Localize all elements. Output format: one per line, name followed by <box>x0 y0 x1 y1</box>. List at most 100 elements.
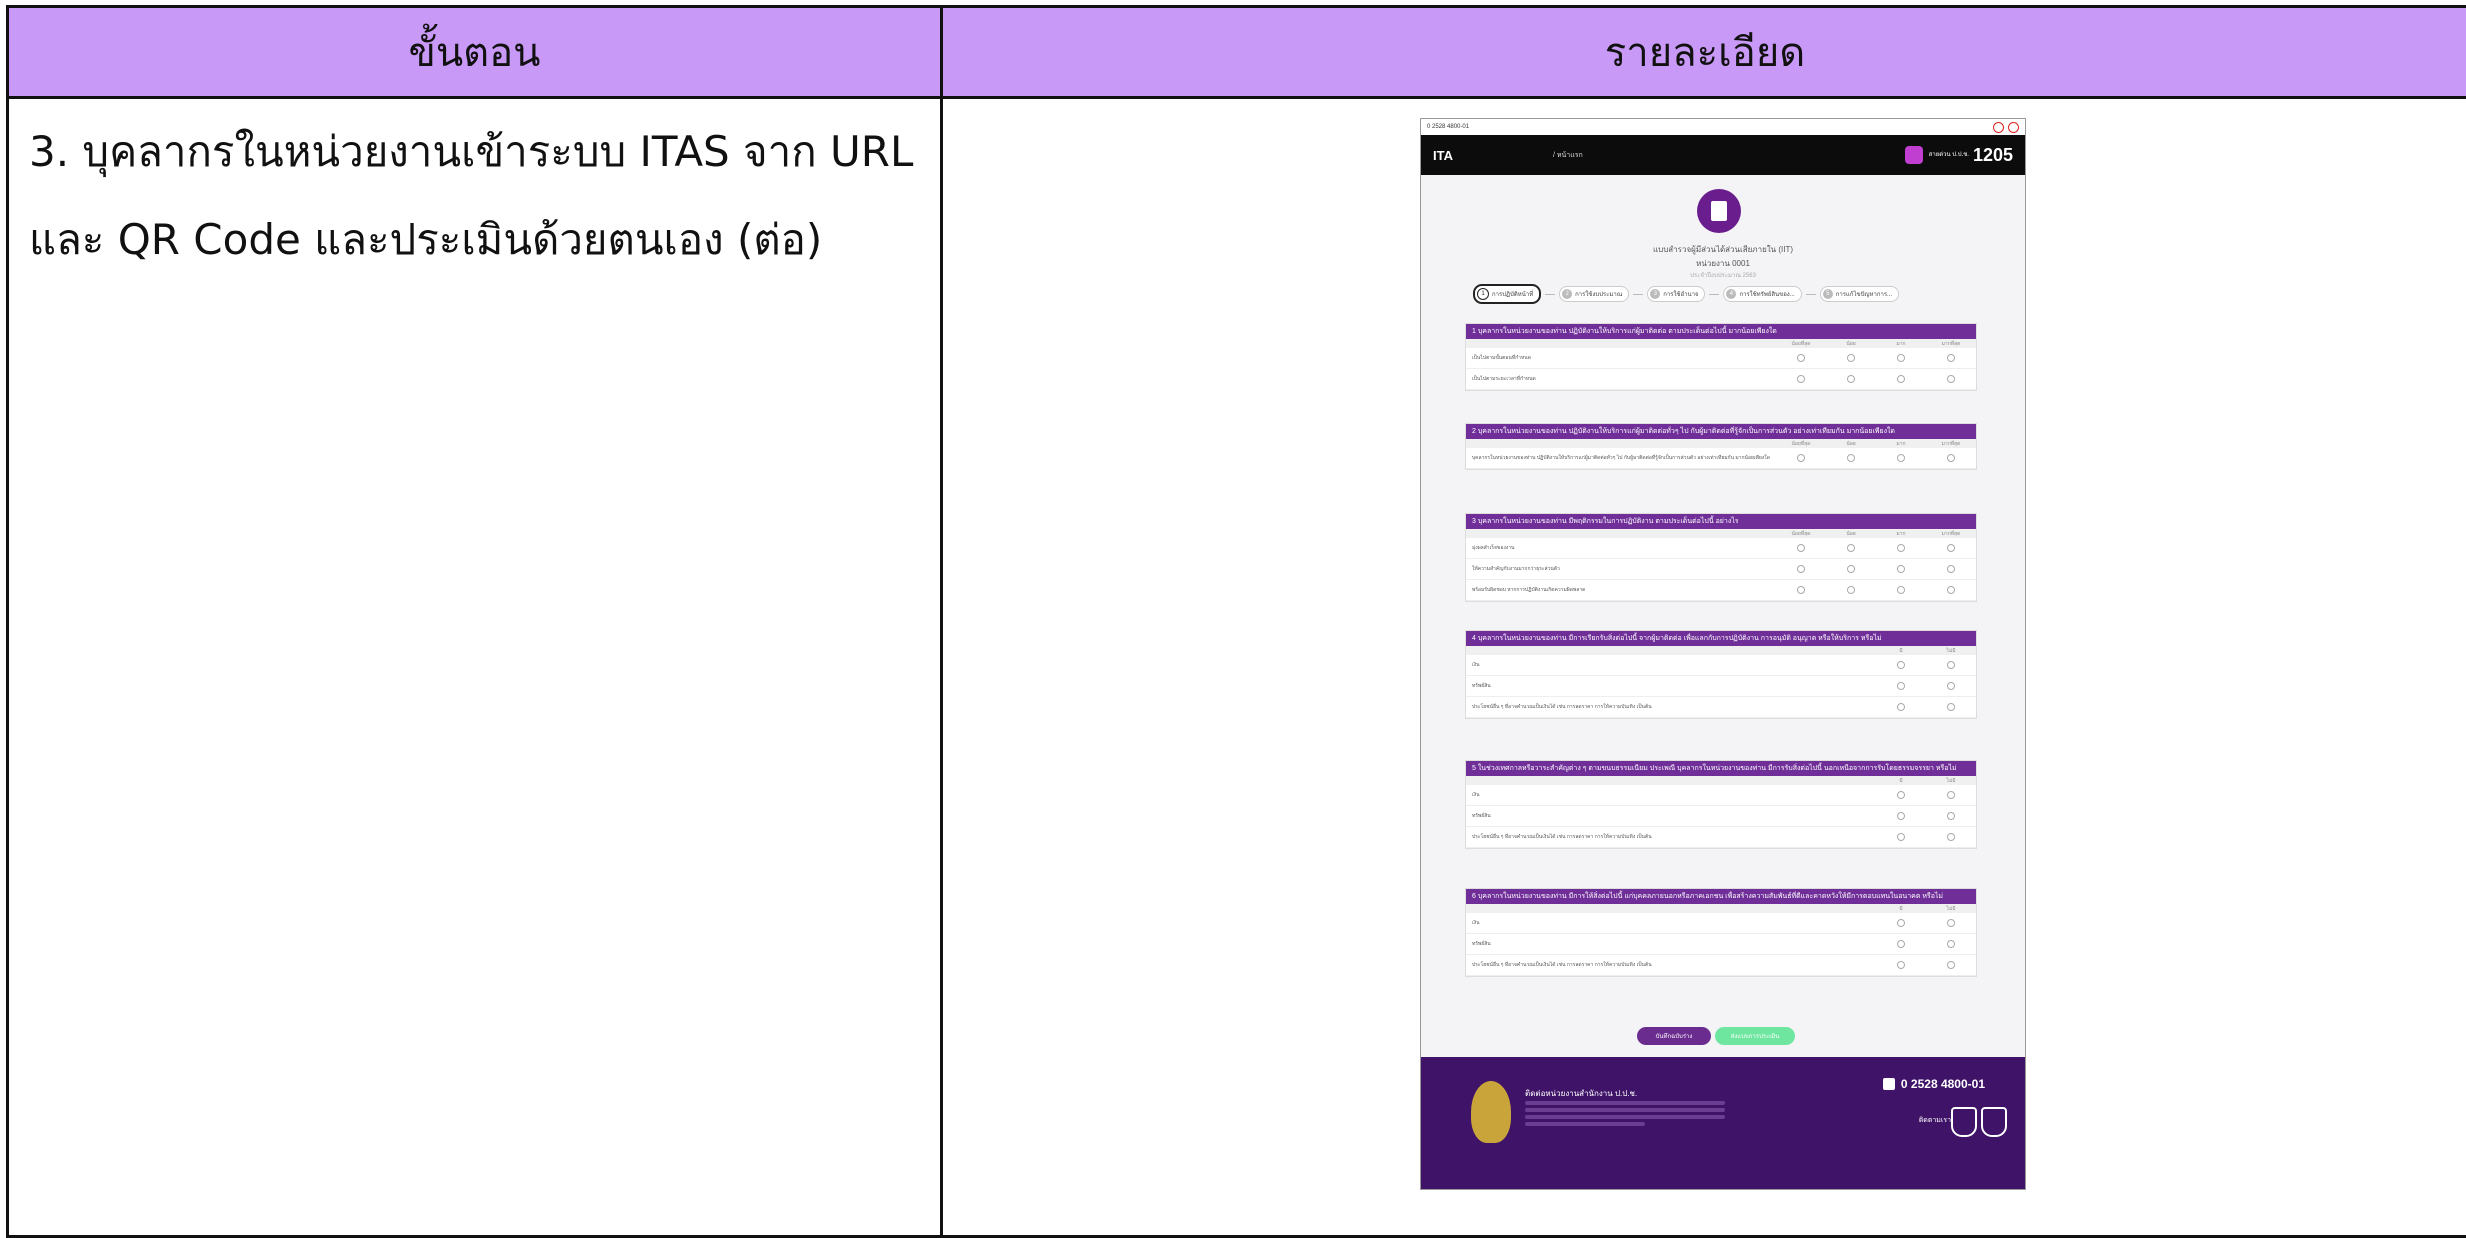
question-row: เป็นไปตามขั้นตอนที่กำหนด <box>1466 348 1976 369</box>
hotline-label: สายด่วน ป.ป.ช. <box>1928 151 1969 158</box>
radio-option[interactable] <box>1897 919 1905 927</box>
header-details: รายละเอียด <box>943 8 2466 99</box>
radio-option[interactable] <box>1897 586 1905 594</box>
radio-option[interactable] <box>1897 544 1905 552</box>
nav-logo[interactable]: ITA <box>1433 148 1453 163</box>
breadcrumb[interactable]: / หน้าแรก <box>1553 150 1583 161</box>
form-buttons: บันทึกฉบับร่าง ส่งแบบการประเมิน <box>1637 1027 1795 1045</box>
radio-option[interactable] <box>1897 703 1905 711</box>
radio-option[interactable] <box>1947 544 1955 552</box>
question-row: ทรัพย์สิน <box>1466 676 1976 697</box>
radio-option[interactable] <box>1947 812 1955 820</box>
save-draft-button[interactable]: บันทึกฉบับร่าง <box>1637 1027 1711 1045</box>
radio-option[interactable] <box>1897 565 1905 573</box>
question-row: บุคลากรในหน่วยงานของท่าน ปฏิบัติงานให้บร… <box>1466 448 1976 469</box>
question-card: 1 บุคลากรในหน่วยงานของท่าน ปฏิบัติงานให้… <box>1465 323 1977 391</box>
radio-option[interactable] <box>1897 454 1905 462</box>
radio-option[interactable] <box>1897 375 1905 383</box>
radio-option[interactable] <box>1847 354 1855 362</box>
question-title: 2 บุคลากรในหน่วยงานของท่าน ปฏิบัติงานให้… <box>1466 424 1976 439</box>
accessibility-icon-2[interactable] <box>2008 121 2019 133</box>
radio-option[interactable] <box>1947 703 1955 711</box>
facebook-icon[interactable] <box>1951 1107 1977 1137</box>
question-row: ประโยชน์อื่น ๆ ที่อาจคำนวณเป็นเงินได้ เช… <box>1466 697 1976 718</box>
radio-option[interactable] <box>1797 375 1805 383</box>
step-tab[interactable]: 5 การแก้ไขปัญหาการ... <box>1819 286 1900 302</box>
radio-option[interactable] <box>1947 961 1955 969</box>
radio-option[interactable] <box>1897 961 1905 969</box>
radio-option[interactable] <box>1947 661 1955 669</box>
step-tab[interactable]: 3 การใช้อำนาจ <box>1647 286 1706 302</box>
question-card: 4 บุคลากรในหน่วยงานของท่าน มีการเรียกรับ… <box>1465 630 1977 719</box>
radio-option[interactable] <box>1897 940 1905 948</box>
embedded-screenshot: 0 2528 4800-01 ITA / หน้าแรก สายด่วน ป.ป… <box>1420 118 2026 1190</box>
radio-option[interactable] <box>1797 354 1805 362</box>
radio-option[interactable] <box>1847 375 1855 383</box>
radio-option[interactable] <box>1897 682 1905 690</box>
radio-option[interactable] <box>1947 354 1955 362</box>
radio-option[interactable] <box>1797 565 1805 573</box>
top-phone: 0 2528 4800-01 <box>1427 124 1470 130</box>
question-row: พร้อมรับผิดชอบ หากการปฏิบัติงานเกิดความผ… <box>1466 580 1976 601</box>
footer-address <box>1525 1101 1725 1129</box>
radio-option[interactable] <box>1797 586 1805 594</box>
question-row: ให้ความสำคัญกับงานมากกว่าธุระส่วนตัว <box>1466 559 1976 580</box>
question-title: 3 บุคลากรในหน่วยงานของท่าน มีพฤติกรรมในก… <box>1466 514 1976 529</box>
question-title: 4 บุคลากรในหน่วยงานของท่าน มีการเรียกรับ… <box>1466 631 1976 646</box>
radio-option[interactable] <box>1947 682 1955 690</box>
stepper: 1 การปฏิบัติหน้าที่ 2 การใช้งบประมาณ 3 การใช้… <box>1473 284 1973 304</box>
question-row: มุ่งผลสำเร็จของงาน <box>1466 538 1976 559</box>
document-icon <box>1697 189 1741 233</box>
radio-option[interactable] <box>1947 940 1955 948</box>
question-columns: มี ไม่มี <box>1466 904 1976 913</box>
radio-option[interactable] <box>1897 661 1905 669</box>
question-columns: น้อยที่สุด น้อย มาก มากที่สุด <box>1466 439 1976 448</box>
question-row: เป็นไปตามระยะเวลาที่กำหนด <box>1466 369 1976 390</box>
top-icons <box>1993 121 2019 133</box>
radio-option[interactable] <box>1847 565 1855 573</box>
submit-button[interactable]: ส่งแบบการประเมิน <box>1715 1027 1795 1045</box>
navbar: ITA / หน้าแรก สายด่วน ป.ป.ช. 1205 <box>1421 135 2025 175</box>
radio-option[interactable] <box>1947 454 1955 462</box>
question-row: ประโยชน์อื่น ๆ ที่อาจคำนวณเป็นเงินได้ เช… <box>1466 827 1976 848</box>
header-steps: ขั้นตอน <box>9 8 943 99</box>
form-year: ประจำปีงบประมาณ 2563 <box>1690 273 1756 279</box>
radio-option[interactable] <box>1897 354 1905 362</box>
process-table: ขั้นตอน รายละเอียด 3. บุคลากรในหน่วยงานเ… <box>6 5 2466 1238</box>
radio-option[interactable] <box>1897 833 1905 841</box>
question-title: 1 บุคลากรในหน่วยงานของท่าน ปฏิบัติงานให้… <box>1466 324 1976 339</box>
footer-title: ติดต่อหน่วยงานสำนักงาน ป.ป.ช. <box>1525 1089 1638 1098</box>
question-row: ทรัพย์สิน <box>1466 934 1976 955</box>
question-card: 5 ในช่วงเทศกาลหรือวาระสำคัญต่าง ๆ ตามขนบ… <box>1465 760 1977 849</box>
footer: ติดต่อหน่วยงานสำนักงาน ป.ป.ช. 0 2528 480… <box>1421 1057 2025 1189</box>
question-card: 3 บุคลากรในหน่วยงานของท่าน มีพฤติกรรมในก… <box>1465 513 1977 602</box>
step-tab[interactable]: 1 การปฏิบัติหน้าที่ <box>1473 284 1542 304</box>
radio-option[interactable] <box>1947 375 1955 383</box>
question-columns: มี ไม่มี <box>1466 776 1976 785</box>
question-columns: น้อยที่สุด น้อย มาก มากที่สุด <box>1466 529 1976 538</box>
question-card: 6 บุคลากรในหน่วยงานของท่าน มีการให้สิ่งต… <box>1465 888 1977 977</box>
radio-option[interactable] <box>1847 544 1855 552</box>
twitter-icon[interactable] <box>1981 1107 2007 1137</box>
radio-option[interactable] <box>1847 454 1855 462</box>
hotline-number: 1205 <box>1972 144 2013 165</box>
question-row: เงิน <box>1466 785 1976 806</box>
radio-option[interactable] <box>1847 586 1855 594</box>
radio-option[interactable] <box>1947 833 1955 841</box>
radio-option[interactable] <box>1947 791 1955 799</box>
radio-option[interactable] <box>1797 544 1805 552</box>
phone-icon <box>1904 146 1923 164</box>
radio-option[interactable] <box>1947 919 1955 927</box>
radio-option[interactable] <box>1797 454 1805 462</box>
form-title: แบบสำรวจผู้มีส่วนได้ส่วนเสียภายใน (IIT) <box>1652 245 1794 254</box>
step-tab[interactable]: 4 การใช้ทรัพย์สินของ... <box>1723 286 1802 302</box>
radio-option[interactable] <box>1897 791 1905 799</box>
question-row: ประโยชน์อื่น ๆ ที่อาจคำนวณเป็นเงินได้ เช… <box>1466 955 1976 976</box>
radio-option[interactable] <box>1947 565 1955 573</box>
step-tab[interactable]: 2 การใช้งบประมาณ <box>1559 286 1630 302</box>
radio-option[interactable] <box>1897 812 1905 820</box>
follow-label: ติดตามเรา <box>1918 1117 1951 1124</box>
form-area: แบบสำรวจผู้มีส่วนได้ส่วนเสียภายใน (IIT) … <box>1421 175 2025 1057</box>
accessibility-icon[interactable] <box>1993 121 2004 133</box>
radio-option[interactable] <box>1947 586 1955 594</box>
